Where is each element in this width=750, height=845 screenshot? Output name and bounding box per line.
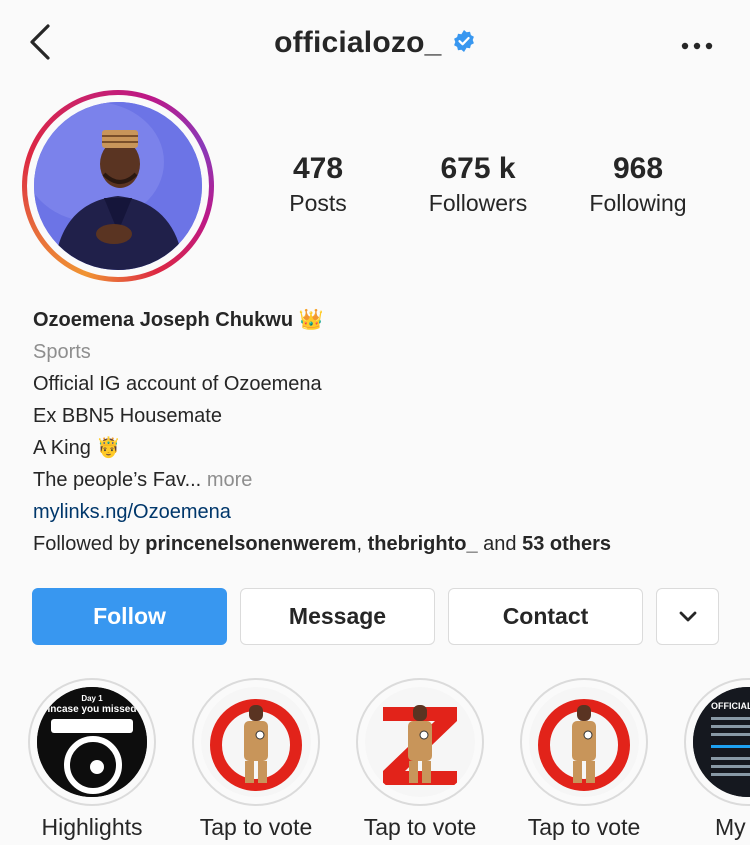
suggested-dropdown-button[interactable] <box>656 588 719 645</box>
more-options-icon[interactable] <box>680 36 714 56</box>
bio-line-3: A King <box>33 437 91 459</box>
followed-by-and: and <box>483 533 517 555</box>
highlight-overlay-text: incase you missed <box>48 704 137 715</box>
highlight-overlay-day: Day 1 <box>81 694 103 703</box>
display-name: Ozoemena Joseph Chukwu <box>33 309 294 331</box>
display-name-row: Ozoemena Joseph Chukwu 👑 <box>33 304 723 336</box>
highlight-cover-art: Day 1 incase you missed <box>37 687 147 797</box>
crown-emoji: 👑 <box>298 309 324 331</box>
highlight-label: Tap to vote <box>199 814 313 840</box>
highlight-cover <box>201 687 311 797</box>
bio-line-2: Ex BBN5 Housemate <box>33 405 222 427</box>
bio-line-4-row: The people’s Fav... more <box>33 464 723 496</box>
message-button[interactable]: Message <box>240 588 435 645</box>
highlight-ring: OFFICIAL OZOE <box>684 678 750 806</box>
highlight-label: Tap to vote <box>363 814 477 840</box>
highlight-ring <box>356 678 484 806</box>
highlight-label: My Tw <box>714 814 750 840</box>
story-highlights: Day 1 incase you missed Highlights Tap t… <box>0 678 750 845</box>
highlight-item[interactable]: OFFICIAL OZOE My Tw <box>683 678 750 841</box>
highlight-ring: Day 1 incase you missed <box>28 678 156 806</box>
followed-by-row[interactable]: Followed by princenelsonenwerem, thebrig… <box>33 528 723 560</box>
contact-button[interactable]: Contact <box>448 588 643 645</box>
followed-by-others[interactable]: 53 others <box>522 533 611 555</box>
highlight-cover <box>365 687 475 797</box>
followed-by-user-2[interactable]: thebrighto_ <box>368 533 478 555</box>
following-count: 968 <box>612 152 664 185</box>
highlight-ring <box>520 678 648 806</box>
highlight-cover: OFFICIAL OZOE <box>693 687 750 797</box>
highlight-item[interactable]: Day 1 incase you missed Highlights <box>27 678 157 841</box>
avatar[interactable] <box>34 102 202 270</box>
highlight-cover <box>529 687 639 797</box>
vote-z-cover-art <box>365 687 475 797</box>
story-ring[interactable] <box>22 90 214 282</box>
profile-actions: Follow Message Contact <box>32 588 719 645</box>
highlight-label: Highlights <box>41 814 143 840</box>
bio-line-1: Official IG account of Ozoemena <box>33 373 322 395</box>
stat-followers[interactable]: 675 k Followers <box>398 150 558 218</box>
verified-badge-icon <box>454 30 474 52</box>
highlight-item[interactable]: Tap to vote <box>355 678 485 841</box>
chevron-down-icon <box>679 611 696 621</box>
username-title: officialozo_ <box>274 26 442 59</box>
followed-by-prefix: Followed by <box>33 533 140 555</box>
highlight-item[interactable]: Tap to vote <box>191 678 321 841</box>
profile-category: Sports <box>33 341 91 363</box>
profile-stats: 478 Posts 675 k Followers 968 Following <box>238 150 750 218</box>
vote-o-cover-art <box>529 687 639 797</box>
vote-o-cover-art <box>201 687 311 797</box>
highlight-ring <box>192 678 320 806</box>
follow-button[interactable]: Follow <box>32 588 227 645</box>
top-bar: officialozo_ <box>0 0 750 90</box>
prince-emoji: 🤴 <box>96 437 122 459</box>
posts-label: Posts <box>289 190 347 216</box>
followers-count: 675 k <box>440 152 516 185</box>
highlight-item[interactable]: Tap to vote <box>519 678 649 841</box>
following-label: Following <box>589 190 687 216</box>
header-title: officialozo_ <box>0 26 750 60</box>
bio-website-link[interactable]: mylinks.ng/Ozoemena <box>33 496 723 528</box>
stat-following[interactable]: 968 Following <box>558 150 718 218</box>
followed-by-user-1[interactable]: princenelsonenwerem <box>145 533 356 555</box>
posts-count: 478 <box>292 152 344 185</box>
stat-posts[interactable]: 478 Posts <box>238 150 398 218</box>
profile-bio: Ozoemena Joseph Chukwu 👑 Sports Official… <box>33 304 723 560</box>
bio-line-3-row: A King 🤴 <box>33 432 723 464</box>
bio-line-4: The people’s Fav... <box>33 469 202 491</box>
highlight-cover: Day 1 incase you missed <box>37 687 147 797</box>
highlight-overlay-text: OFFICIAL OZOE <box>711 701 750 711</box>
profile-photo <box>34 102 202 270</box>
highlight-label: Tap to vote <box>527 814 641 840</box>
twitter-screenshot-cover-art: OFFICIAL OZOE <box>693 687 750 797</box>
followers-label: Followers <box>428 190 528 216</box>
bio-more-link[interactable]: more <box>207 469 253 491</box>
